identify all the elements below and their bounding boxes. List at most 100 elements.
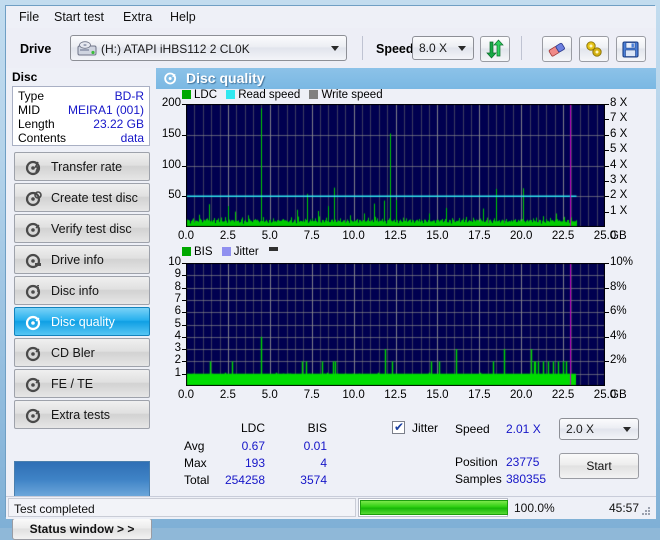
settings-button[interactable] xyxy=(579,36,609,62)
drive-select[interactable]: (H:) ATAPI iHBS112 2 CL0K xyxy=(70,35,347,61)
bis-jitter-chart: BIS Jitter 1 2 3 4 5 6 7 8 9 10 2% 4% 6% 8% 10% 0.0 2.… xyxy=(156,246,656,411)
sidebar-item-disc-quality[interactable]: Disc quality xyxy=(14,307,150,336)
disc-bler-icon xyxy=(25,345,43,363)
menu-start-test[interactable]: Start test xyxy=(49,9,109,25)
y-tick xyxy=(182,373,186,376)
y-tick-label: 10 xyxy=(168,256,181,268)
disc-create-icon xyxy=(25,190,43,208)
sidebar-label: Disc quality xyxy=(51,315,115,329)
x-tick-label: 2.5 xyxy=(219,389,236,401)
status-progress-cell: 100.0% 45:57 xyxy=(358,498,653,517)
start-button[interactable]: Start xyxy=(559,453,639,479)
legend-swatch-jitter xyxy=(221,247,231,256)
erase-button[interactable] xyxy=(542,36,572,62)
statistics-panel: LDC BIS Avg 0.67 0.01 Max 193 4 Total 25… xyxy=(156,413,656,496)
refresh-button[interactable] xyxy=(480,36,510,62)
sidebar-item-cd-bler[interactable]: CD Bler xyxy=(14,338,150,367)
menu-help[interactable]: Help xyxy=(165,9,201,25)
jitter-checkbox[interactable]: ✔ xyxy=(392,420,405,434)
sidebar-item-create-test-disc[interactable]: Create test disc xyxy=(14,183,150,212)
disc-info-icon xyxy=(25,283,43,301)
y-tick-label: 200 xyxy=(161,97,181,109)
y-tick-label: 3 xyxy=(174,342,181,355)
disc-value-mid: MEIRA1 (001) xyxy=(67,103,144,117)
menu-bar: File Start test Extra Help xyxy=(6,6,656,28)
speed-value: 8.0 X xyxy=(419,41,448,55)
y2-tick xyxy=(605,263,609,264)
y-tick xyxy=(182,196,186,198)
drive-value: (H:) ATAPI iHBS112 2 CL0K xyxy=(101,42,250,56)
disc-key-length: Length xyxy=(18,117,55,131)
y-tick xyxy=(182,299,186,302)
app-window: Opti Drive Control 1.50 – ❐ ✕ File Start… xyxy=(0,0,660,540)
speed-select[interactable]: 8.0 X xyxy=(412,36,474,60)
checkmark-icon: ✔ xyxy=(394,420,405,434)
y2-tick xyxy=(605,196,609,198)
stats-ldc-avg: 0.67 xyxy=(241,439,265,453)
status-window-button[interactable]: Status window > > xyxy=(12,518,152,540)
y-tick xyxy=(182,134,186,137)
sidebar-item-drive-info[interactable]: Drive info xyxy=(14,245,150,274)
disc-verify-icon xyxy=(25,221,43,239)
stats-ldc-max: 193 xyxy=(244,456,265,470)
disc-section-header: Disc xyxy=(12,70,38,84)
sidebar-item-disc-info[interactable]: Disc info xyxy=(14,276,150,305)
y2-tick xyxy=(605,287,609,289)
gears-icon xyxy=(586,41,602,57)
test-speed-select[interactable]: 2.0 X xyxy=(559,418,639,440)
sidebar-item-fe-te[interactable]: FE / TE xyxy=(14,369,150,398)
panel-header: Disc quality xyxy=(156,68,656,89)
legend-swatch-read-speed xyxy=(226,90,236,99)
sidebar-item-transfer-rate[interactable]: Transfer rate xyxy=(14,152,150,181)
progress-bar xyxy=(358,498,508,517)
stats-header-bis: BIS xyxy=(307,421,327,435)
chevron-down-icon xyxy=(458,46,466,51)
sidebar-label: Disc info xyxy=(51,284,99,298)
y2-tick-label: 2% xyxy=(610,354,627,367)
panel-title: Disc quality xyxy=(186,70,265,86)
menu-extra[interactable]: Extra xyxy=(118,9,157,25)
chart2-plot-area xyxy=(186,263,605,386)
y-tick xyxy=(182,361,186,363)
sidebar-item-verify-test-disc[interactable]: Verify test disc xyxy=(14,214,150,243)
legend-label-jitter: Jitter xyxy=(233,246,259,258)
stats-bis-total: 3574 xyxy=(300,473,327,487)
position-value: 23775 xyxy=(506,455,540,469)
x-tick-label: 12.5 xyxy=(384,230,407,242)
speed-readout-value: 2.01 X xyxy=(506,422,541,436)
disc-value-contents: data xyxy=(120,131,144,145)
stats-header-ldc: LDC xyxy=(240,421,265,435)
y2-tick-label: 7 X xyxy=(610,112,628,125)
elapsed-time: 45:57 xyxy=(608,501,639,515)
y2-tick xyxy=(605,104,609,105)
y-tick xyxy=(182,349,186,351)
samples-value: 380355 xyxy=(506,472,547,486)
resize-grip-icon[interactable] xyxy=(641,505,651,515)
y2-tick xyxy=(605,119,609,121)
sidebar-item-extra-tests[interactable]: Extra tests xyxy=(14,400,150,429)
toolbar-separator-1 xyxy=(362,36,363,60)
x-tick-label: 15.0 xyxy=(426,230,449,242)
y-tick xyxy=(182,336,186,339)
x-tick-label: 22.5 xyxy=(551,230,575,242)
disc-row-type: Type BD-R xyxy=(13,89,149,104)
disc-fete-icon xyxy=(25,376,43,394)
legend-swatch-write-speed xyxy=(309,90,319,99)
save-button[interactable] xyxy=(616,36,646,62)
stats-row-label-max: Max xyxy=(184,456,207,470)
y2-tick xyxy=(605,211,609,213)
chart1-legend: LDC Read speed Write speed xyxy=(182,89,383,103)
y-tick-label: 8 xyxy=(174,280,181,293)
speed-readout-label: Speed xyxy=(455,422,490,436)
menu-file[interactable]: File xyxy=(14,9,44,25)
x-tick-label: 12.5 xyxy=(384,389,407,401)
y-tick xyxy=(182,312,186,314)
y2-tick-label: 4% xyxy=(610,329,627,342)
drive-label: Drive xyxy=(20,42,52,56)
y-tick-label: 9 xyxy=(174,268,181,281)
sidebar: Disc Type BD-R MID MEIRA1 (001) Length 2… xyxy=(6,68,156,540)
y-tick xyxy=(182,287,186,290)
y-tick-label: 7 xyxy=(174,292,181,305)
floppy-disk-icon xyxy=(622,41,639,58)
legend-label-read-speed: Read speed xyxy=(238,89,301,101)
